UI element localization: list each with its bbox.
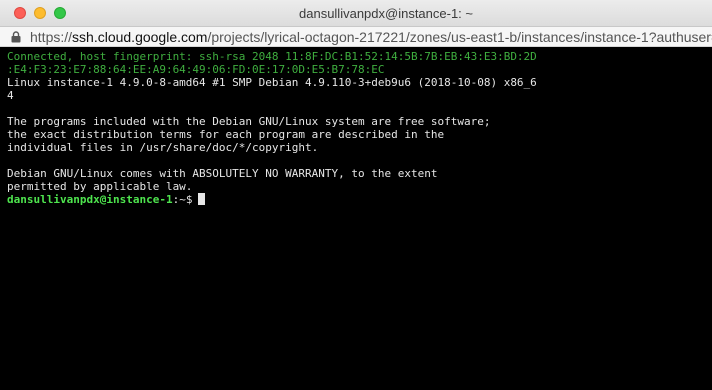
terminal-line: the exact distribution terms for each pr… [7, 128, 445, 141]
terminal-cursor [198, 193, 206, 205]
terminal-output[interactable]: Connected, host fingerprint: ssh-rsa 204… [0, 47, 712, 390]
terminal-line: Connected, host fingerprint: ssh-rsa 204… [7, 50, 537, 63]
url-text[interactable]: https://ssh.cloud.google.com/projects/ly… [30, 27, 712, 46]
terminal-line: Debian GNU/Linux comes with ABSOLUTELY N… [7, 167, 438, 180]
terminal-line: :E4:F3:23:E7:88:64:EE:A9:64:49:06:FD:0E:… [7, 63, 385, 76]
url-host: ssh.cloud.google.com [72, 29, 208, 45]
prompt-path: :~$ [172, 193, 193, 206]
window-titlebar: dansullivanpdx@instance-1: ~ [0, 0, 712, 27]
prompt-user-host: dansullivanpdx@instance-1 [7, 193, 173, 206]
terminal-line: permitted by applicable law. [7, 180, 193, 193]
url-path: /projects/lyrical-octagon-217221/zones/u… [207, 29, 712, 45]
window-title: dansullivanpdx@instance-1: ~ [299, 6, 473, 21]
terminal-prompt-line: dansullivanpdx@instance-1:~$ [7, 193, 712, 206]
terminal-line: Linux instance-1 4.9.0-8-amd64 #1 SMP De… [7, 76, 537, 89]
address-bar[interactable]: https://ssh.cloud.google.com/projects/ly… [0, 27, 712, 47]
lock-icon [11, 31, 21, 43]
terminal-line: 4 [7, 89, 14, 102]
terminal-line: individual files in /usr/share/doc/*/cop… [7, 141, 319, 154]
terminal-line: The programs included with the Debian GN… [7, 115, 491, 128]
url-scheme: https:// [30, 29, 73, 45]
